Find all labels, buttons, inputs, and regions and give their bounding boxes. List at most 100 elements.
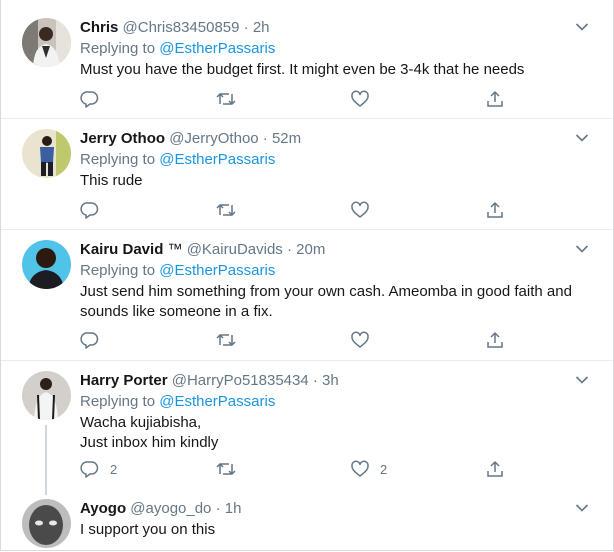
dot-separator: · — [282, 241, 297, 258]
reply-icon — [80, 461, 99, 478]
tweet-text-line: Just send him something from your own ca… — [80, 283, 572, 300]
thread-connector — [45, 425, 47, 489]
tweet-text-line: sounds like someone in a fix. — [80, 303, 273, 320]
tweet-text-line: I support you on this — [80, 521, 216, 538]
display-name[interactable]: Ayogo — [80, 500, 126, 517]
share-icon — [487, 332, 503, 348]
like-count: 2 — [380, 461, 388, 477]
like-icon — [351, 201, 369, 218]
replying-prefix: Replying to — [80, 393, 160, 410]
reply-icon — [80, 202, 99, 219]
reply-icon — [80, 91, 99, 108]
verified-badge: ™ — [167, 241, 183, 258]
dot-separator: · — [258, 130, 272, 147]
reply-icon — [80, 332, 99, 349]
mention-link[interactable]: @EstherPassaris — [159, 393, 275, 410]
mention-link[interactable]: @EstherPassaris — [159, 262, 275, 279]
replying-prefix: Replying to — [80, 262, 160, 279]
tweet-header: Harry Porter @HarryPo51835434 · 3h — [80, 372, 339, 390]
tweet-text: Wacha kujiabisha, Just inbox him kindly — [80, 413, 590, 453]
dot-separator: · — [211, 500, 225, 517]
avatar[interactable] — [22, 18, 71, 67]
display-name[interactable]: Kairu David — [80, 241, 163, 258]
tweet-header: Chris @Chris83450859 · 2h — [80, 19, 270, 37]
chevron-down-icon[interactable] — [575, 22, 589, 32]
tweet-chris[interactable]: Chris @Chris83450859 · 2h Replying to @E… — [1, 0, 613, 119]
display-name[interactable]: Chris — [80, 19, 118, 36]
display-name[interactable]: Harry Porter — [80, 372, 168, 389]
timestamp[interactable]: 20m — [296, 241, 325, 258]
tweet-header: Jerry Othoo @JerryOthoo · 52m — [80, 130, 301, 148]
tweet-text-line: Must you have the budget first. It might… — [80, 61, 525, 78]
chevron-down-icon[interactable] — [575, 244, 589, 254]
tweet-actions — [80, 330, 510, 350]
user-handle[interactable]: @ayogo_do — [130, 500, 211, 517]
retweet-icon — [216, 93, 236, 105]
chevron-down-icon[interactable] — [575, 375, 589, 385]
user-handle[interactable]: @JerryOthoo — [169, 130, 258, 147]
chevron-down-icon[interactable] — [575, 133, 589, 143]
retweet-icon — [216, 334, 236, 346]
tweet-ayogo[interactable]: Ayogo @ayogo_do · 1h I support you on th… — [1, 489, 613, 550]
like-button[interactable]: 2 — [350, 459, 387, 479]
thread-connector — [45, 489, 47, 495]
replying-to: Replying to @EstherPassaris — [80, 262, 275, 280]
chevron-down-icon[interactable] — [575, 503, 589, 513]
reply-button[interactable] — [80, 200, 110, 220]
share-button[interactable] — [485, 200, 505, 220]
avatar[interactable] — [22, 240, 71, 289]
tweet-header: Kairu David ™ @KairuDavids · 20m — [80, 241, 325, 259]
share-button[interactable] — [485, 89, 505, 109]
avatar[interactable] — [22, 499, 71, 548]
avatar[interactable] — [22, 129, 71, 178]
tweet-actions — [80, 89, 510, 109]
display-name[interactable]: Jerry Othoo — [80, 130, 165, 147]
tweet-kairu-david[interactable]: Kairu David ™ @KairuDavids · 20m Replyin… — [1, 230, 613, 361]
tweet-text-line: This rude — [80, 172, 143, 189]
replying-prefix: Replying to — [80, 40, 160, 57]
retweet-button[interactable] — [215, 459, 247, 479]
tweet-text-line: Just inbox him kindly — [80, 434, 219, 451]
dot-separator: · — [239, 19, 253, 36]
tweet-header: Ayogo @ayogo_do · 1h — [80, 500, 241, 518]
like-icon — [351, 90, 369, 107]
replying-to: Replying to @EstherPassaris — [80, 393, 275, 411]
tweet-actions: 2 2 — [80, 459, 510, 479]
reply-button[interactable] — [80, 89, 110, 109]
tweet-text: Just send him something from your own ca… — [80, 282, 590, 322]
reply-timeline: Chris @Chris83450859 · 2h Replying to @E… — [0, 0, 614, 551]
share-icon — [487, 461, 503, 477]
retweet-button[interactable] — [215, 89, 247, 109]
mention-link[interactable]: @EstherPassaris — [159, 40, 275, 57]
retweet-button[interactable] — [215, 200, 247, 220]
user-handle[interactable]: @HarryPo51835434 — [172, 372, 309, 389]
tweet-jerry-othoo[interactable]: Jerry Othoo @JerryOthoo · 52m Replying t… — [1, 119, 613, 230]
user-handle[interactable]: @KairuDavids — [187, 241, 283, 258]
like-button[interactable] — [350, 89, 380, 109]
avatar[interactable] — [22, 371, 71, 420]
share-icon — [487, 202, 503, 218]
timestamp[interactable]: 52m — [272, 130, 301, 147]
share-button[interactable] — [485, 459, 505, 479]
replying-to: Replying to @EstherPassaris — [80, 40, 275, 58]
dot-separator: · — [308, 372, 323, 389]
retweet-button[interactable] — [215, 330, 247, 350]
mention-link[interactable]: @EstherPassaris — [159, 151, 275, 168]
tweet-actions — [80, 200, 510, 220]
timestamp[interactable]: 2h — [253, 19, 270, 36]
share-button[interactable] — [485, 330, 505, 350]
reply-button[interactable]: 2 — [80, 459, 117, 479]
share-icon — [487, 91, 503, 107]
user-handle[interactable]: @Chris83450859 — [123, 19, 240, 36]
like-icon — [351, 331, 369, 348]
tweet-text: This rude — [80, 171, 590, 191]
like-button[interactable] — [350, 330, 380, 350]
timestamp[interactable]: 3h — [322, 372, 339, 389]
retweet-icon — [216, 463, 236, 475]
like-button[interactable] — [350, 200, 380, 220]
tweet-harry-porter[interactable]: Harry Porter @HarryPo51835434 · 3h Reply… — [1, 361, 613, 489]
timestamp[interactable]: 1h — [225, 500, 242, 517]
replying-to: Replying to @EstherPassaris — [80, 151, 275, 169]
reply-button[interactable] — [80, 330, 110, 350]
tweet-text: I support you on this — [80, 520, 590, 540]
